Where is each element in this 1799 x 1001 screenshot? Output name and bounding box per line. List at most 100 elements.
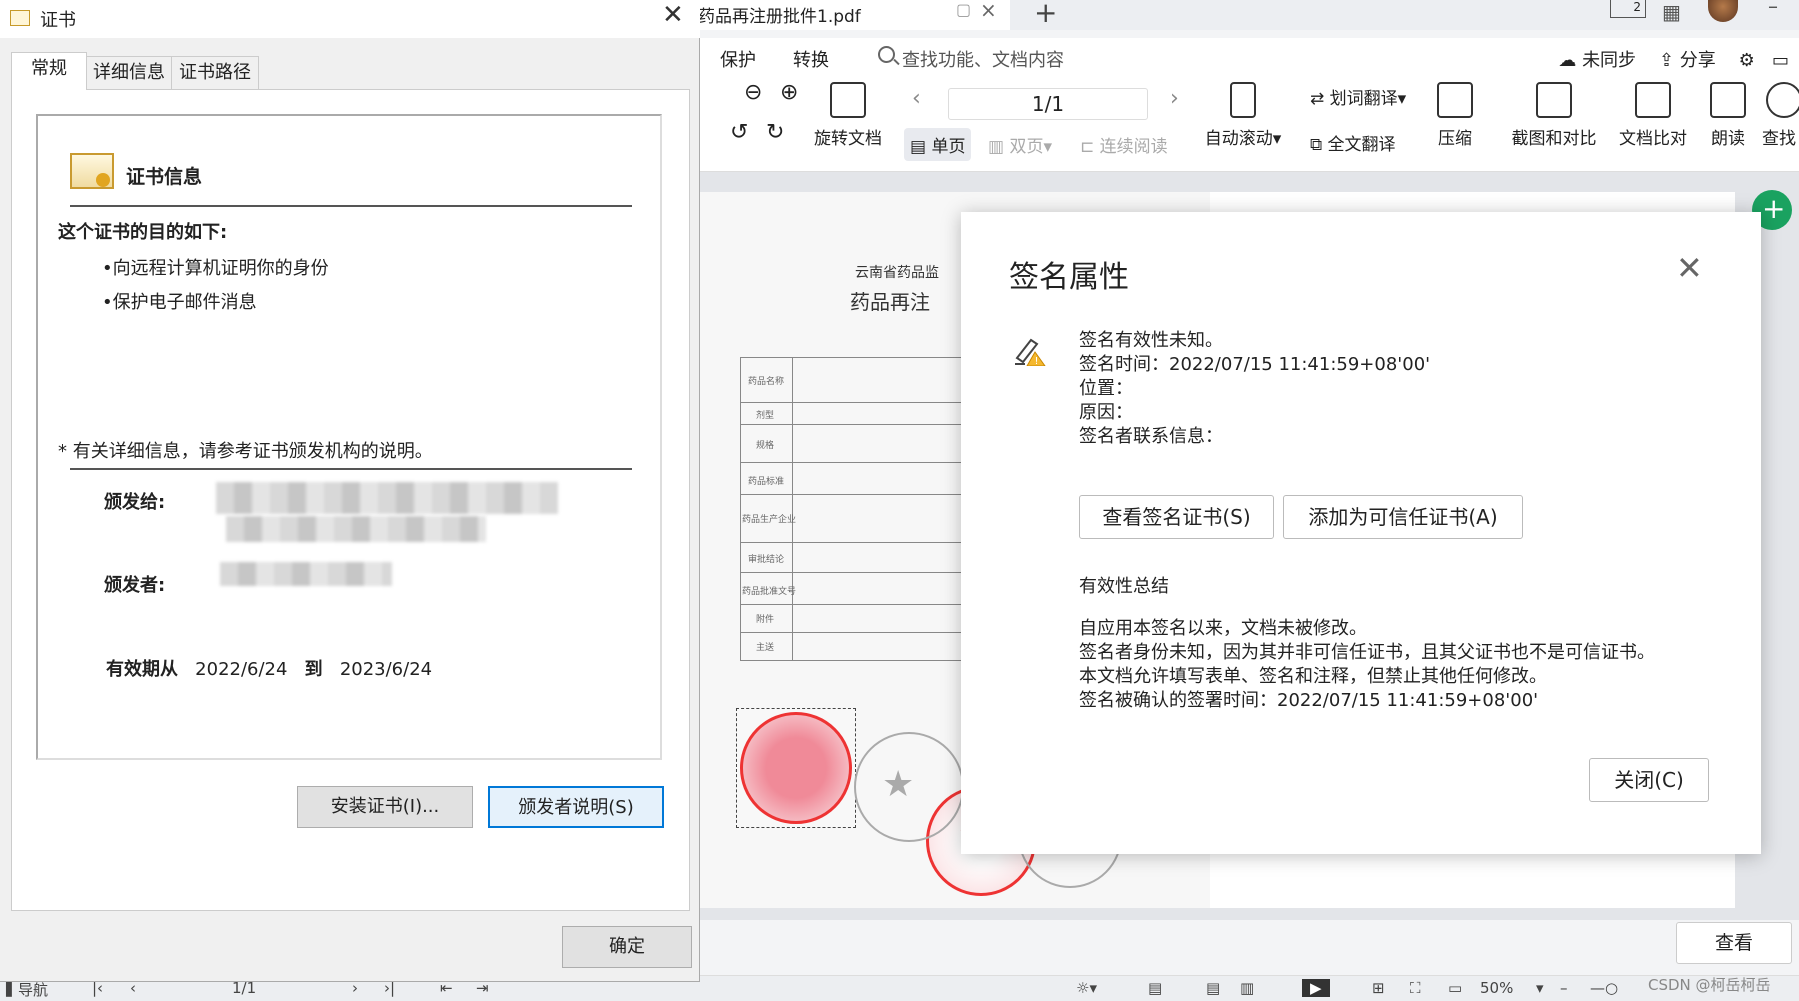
brightness-icon[interactable]: ☼▾ bbox=[1076, 979, 1097, 997]
minimize-icon[interactable]: – bbox=[1768, 0, 1778, 18]
continuous-read-icon: ⊏ bbox=[1080, 137, 1095, 157]
certificate-info-title: 证书信息 bbox=[126, 166, 203, 188]
toolbar: ⊖ ⊕ ↺ ↻ 旋转文档 ‹ 1/1 › ▤ 单页 ▥ 双页▾ ⊏ 连续阅读 自… bbox=[700, 76, 1799, 172]
doc-compare-button[interactable]: 文档比对 bbox=[1615, 82, 1691, 149]
certificate-dialog: 证书 ✕ 常规 详细信息 证书路径 证书信息 这个证书的目的如下: •向远程计算… bbox=[0, 0, 700, 982]
tab-cert-path[interactable]: 证书路径 bbox=[171, 56, 259, 90]
sig-time-line: 签名时间：2022/07/15 11:41:59+08'00' bbox=[1079, 354, 1431, 375]
issued-to-label: 颁发给: bbox=[104, 492, 166, 513]
page-view-icon[interactable]: ▤ bbox=[1206, 979, 1220, 997]
full-translate-button[interactable]: ⧉ 全文翻译 bbox=[1310, 130, 1396, 155]
fit-page-icon[interactable]: ⛶ bbox=[1410, 979, 1421, 997]
rotate-right-icon[interactable]: ↻ bbox=[766, 120, 784, 145]
ribbon-right-actions: ☁ 未同步 ⇪ 分享 ⚙ ▭ bbox=[1558, 46, 1789, 72]
double-view-icon[interactable]: ▥ bbox=[1240, 979, 1254, 997]
document-tab-title: 药品再注册批件1.pdf bbox=[698, 7, 861, 27]
zoom-slider[interactable]: —○ bbox=[1590, 979, 1618, 997]
svg-text:!: ! bbox=[1035, 356, 1039, 366]
tab-details[interactable]: 详细信息 bbox=[86, 56, 172, 90]
view-button[interactable]: 查看 bbox=[1676, 922, 1792, 964]
menu-convert[interactable]: 转换 bbox=[793, 46, 829, 72]
zoom-dropdown-icon[interactable]: ▾ bbox=[1536, 979, 1544, 997]
search-icon bbox=[878, 46, 895, 63]
tab-general[interactable]: 常规 bbox=[11, 52, 87, 90]
page-icon[interactable]: ▭ bbox=[1448, 979, 1462, 997]
summary-line: 本文档允许填写表单、签名和注释，但禁止其他任何修改。 bbox=[1079, 666, 1547, 687]
issued-by-redacted bbox=[220, 562, 392, 586]
certificate-info-box: 证书信息 这个证书的目的如下: •向远程计算机证明你的身份 •保护电子邮件消息 … bbox=[36, 114, 662, 760]
read-aloud-button[interactable]: 朗读 bbox=[1705, 82, 1751, 149]
certificate-icon bbox=[10, 10, 30, 26]
auto-scroll-button[interactable]: 自动滚动▾ bbox=[1200, 82, 1286, 149]
avatar[interactable] bbox=[1708, 0, 1738, 22]
pdf-row-label: 药品批准文号 bbox=[742, 587, 797, 597]
pdf-header-1: 云南省药品监 bbox=[855, 265, 939, 281]
fit-width-icon[interactable]: ⊞ bbox=[1372, 979, 1385, 997]
play-icon[interactable]: ▶ bbox=[1302, 979, 1330, 997]
gear-icon[interactable]: ⚙ bbox=[1739, 50, 1755, 71]
find-button[interactable]: 查找 bbox=[1762, 82, 1799, 149]
message-icon[interactable]: ▭ bbox=[1772, 50, 1789, 71]
next-page-icon[interactable]: › bbox=[1170, 86, 1179, 111]
red-seal-stamp bbox=[740, 712, 852, 824]
rotate-document-button[interactable]: 旋转文档 bbox=[810, 82, 886, 149]
install-cert-button[interactable]: 安装证书(I)... bbox=[297, 786, 473, 828]
close-icon[interactable]: ✕ bbox=[1676, 252, 1703, 284]
issued-to-redacted bbox=[226, 516, 486, 542]
validity-from-label: 有效期从 bbox=[106, 659, 178, 680]
screenshot-compare-icon bbox=[1536, 82, 1572, 118]
add-trusted-cert-button[interactable]: 添加为可信任证书(A) bbox=[1283, 495, 1523, 539]
double-page-label: 双页 bbox=[1009, 137, 1044, 157]
search-input[interactable]: 查找功能、文档内容 bbox=[902, 46, 1064, 72]
star-icon: ★ bbox=[882, 764, 915, 805]
purpose-heading: 这个证书的目的如下: bbox=[58, 222, 228, 243]
continuous-read-button[interactable]: ⊏ 连续阅读 bbox=[1080, 132, 1168, 157]
sync-status[interactable]: 未同步 bbox=[1582, 50, 1636, 71]
screenshot-compare-label: 截图和对比 bbox=[1511, 129, 1597, 149]
view-signature-cert-button[interactable]: 查看签名证书(S) bbox=[1079, 495, 1274, 539]
watermark-text: CSDN @柯岳柯岳 bbox=[1648, 976, 1771, 994]
rotate-document-icon bbox=[830, 82, 866, 118]
read-aloud-label: 朗读 bbox=[1711, 129, 1745, 149]
single-view-icon[interactable]: ▤ bbox=[1148, 979, 1162, 997]
certificate-icon bbox=[70, 153, 114, 189]
ok-button[interactable]: 确定 bbox=[562, 926, 692, 968]
word-translate-button[interactable]: ⇄ 划词翻译▾ bbox=[1310, 84, 1406, 109]
rotate-left-icon[interactable]: ↺ bbox=[730, 120, 748, 145]
compress-button[interactable]: 压缩 bbox=[1432, 82, 1478, 149]
tab-pin-icon[interactable]: ▢ bbox=[956, 0, 971, 19]
page-number-input[interactable]: 1/1 bbox=[948, 88, 1148, 120]
zoom-in-icon[interactable]: ⊕ bbox=[780, 80, 798, 105]
nav-button[interactable]: 导航 bbox=[18, 979, 48, 1000]
full-translate-label: 全文翻译 bbox=[1327, 135, 1396, 155]
single-page-label: 单页 bbox=[931, 137, 966, 157]
pdf-row-label: 药品生产企业 bbox=[742, 515, 797, 525]
double-page-button[interactable]: ▥ 双页▾ bbox=[988, 132, 1052, 157]
pdf-row-label: 主送 bbox=[756, 643, 775, 653]
issuer-statement-button[interactable]: 颁发者说明(S) bbox=[488, 786, 664, 828]
close-icon[interactable]: ✕ bbox=[662, 0, 684, 30]
grid-apps-icon[interactable]: ▦ bbox=[1662, 0, 1681, 24]
new-tab-plus-icon[interactable]: + bbox=[1034, 0, 1057, 29]
sig-location-line: 位置： bbox=[1079, 378, 1133, 399]
divider bbox=[70, 205, 632, 207]
validity-summary-heading: 有效性总结 bbox=[1079, 576, 1169, 597]
sig-contact-line: 签名者联系信息： bbox=[1079, 426, 1223, 447]
purpose-item: •保护电子邮件消息 bbox=[102, 292, 257, 313]
prev-page-icon[interactable]: ‹ bbox=[912, 86, 921, 111]
tab-close-icon[interactable]: × bbox=[980, 0, 997, 22]
menu-protect[interactable]: 保护 bbox=[720, 46, 756, 72]
close-button[interactable]: 关闭(C) bbox=[1589, 758, 1709, 802]
share-button[interactable]: 分享 bbox=[1680, 50, 1716, 71]
summary-line: 签名者身份未知，因为其并非可信任证书，且其父证书也不是可信证书。 bbox=[1079, 642, 1655, 663]
cloud-sync-icon: ☁ bbox=[1558, 50, 1577, 71]
screenshot-compare-button[interactable]: 截图和对比 bbox=[1506, 82, 1602, 149]
zoom-out-icon[interactable]: – bbox=[1560, 979, 1568, 997]
zoom-level[interactable]: 50% bbox=[1480, 979, 1513, 997]
rotate-document-label: 旋转文档 bbox=[814, 129, 882, 149]
layout-toggle-icon[interactable]: 2 bbox=[1610, 0, 1646, 18]
zoom-out-icon[interactable]: ⊖ bbox=[744, 80, 762, 105]
divider bbox=[70, 468, 632, 470]
sig-reason-line: 原因： bbox=[1079, 402, 1133, 423]
single-page-button[interactable]: ▤ 单页 bbox=[904, 128, 972, 161]
